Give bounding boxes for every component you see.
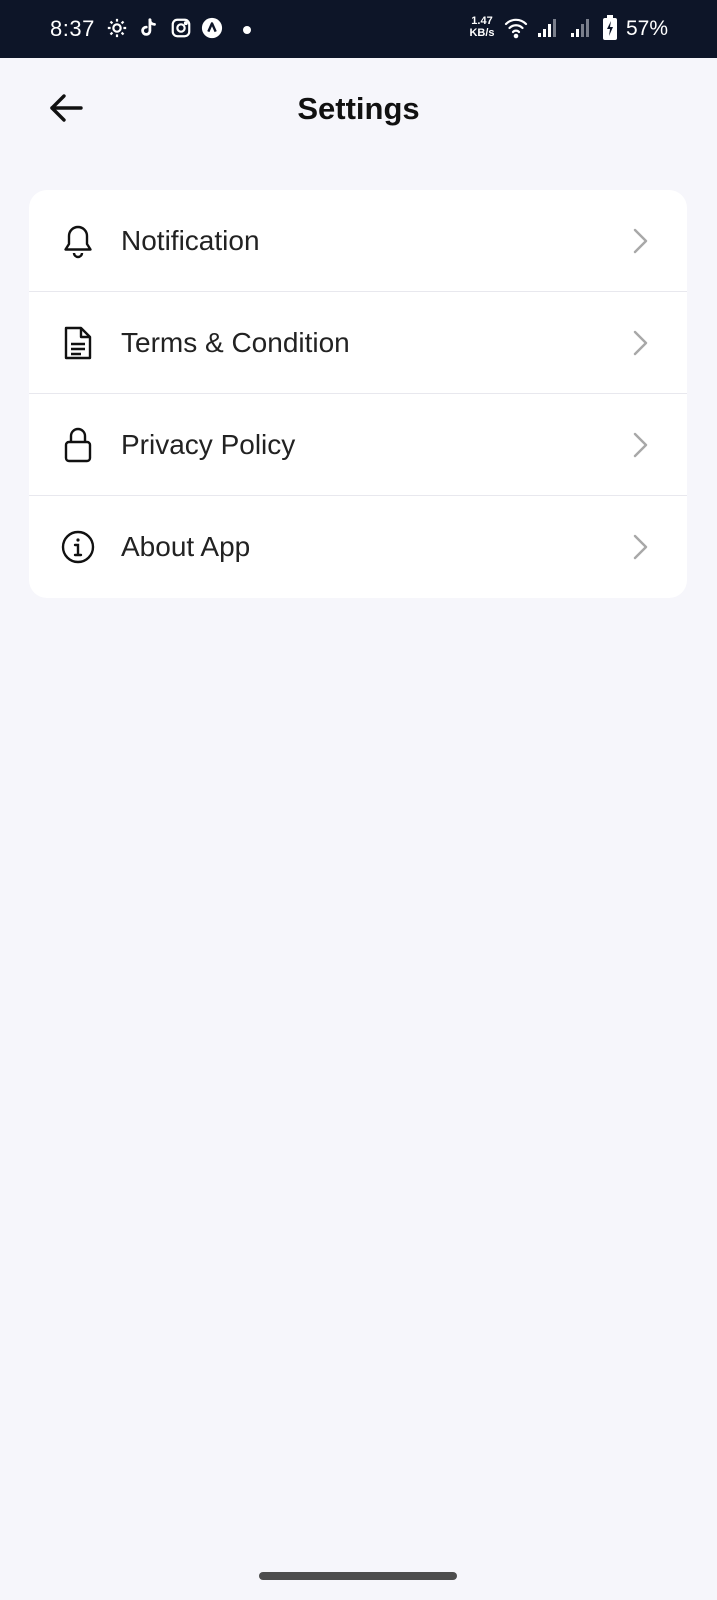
bell-icon <box>59 222 97 260</box>
settings-gear-icon <box>106 17 128 39</box>
status-time: 8:37 <box>50 16 95 41</box>
settings-item-about[interactable]: About App <box>29 496 687 598</box>
network-speed-value: 1.47 <box>471 15 493 27</box>
lock-icon <box>59 426 97 464</box>
instagram-icon <box>170 17 192 39</box>
home-indicator[interactable] <box>259 1572 457 1580</box>
signal-icon <box>570 17 592 39</box>
page-title: Settings <box>297 91 420 126</box>
battery-percent: 57% <box>626 17 669 40</box>
settings-card: Notification Terms & Condition Privacy P… <box>29 190 687 598</box>
settings-item-privacy[interactable]: Privacy Policy <box>29 394 687 496</box>
notification-dot <box>243 26 251 34</box>
signal-icon <box>537 17 559 39</box>
app-a-icon <box>201 17 223 39</box>
settings-item-label: Terms & Condition <box>121 326 350 358</box>
chevron-right-icon <box>629 328 651 358</box>
chevron-right-icon <box>629 430 651 460</box>
status-bar: 8:37 1.47 KB/s 57% <box>0 0 717 58</box>
battery-charging-icon <box>602 15 618 41</box>
network-speed-unit: KB/s <box>469 27 495 39</box>
info-icon <box>59 528 97 566</box>
settings-item-label: Privacy Policy <box>121 428 296 460</box>
wifi-icon <box>504 17 528 39</box>
settings-item-label: About App <box>121 531 251 562</box>
network-speed: 1.47 KB/s <box>466 15 498 39</box>
settings-item-terms[interactable]: Terms & Condition <box>29 292 687 394</box>
chevron-right-icon <box>629 532 651 562</box>
settings-item-label: Notification <box>121 224 260 256</box>
app-header: Settings <box>0 58 717 166</box>
tiktok-icon <box>138 17 160 39</box>
chevron-right-icon <box>629 226 651 256</box>
settings-item-notification[interactable]: Notification <box>29 190 687 292</box>
document-icon <box>59 324 97 362</box>
